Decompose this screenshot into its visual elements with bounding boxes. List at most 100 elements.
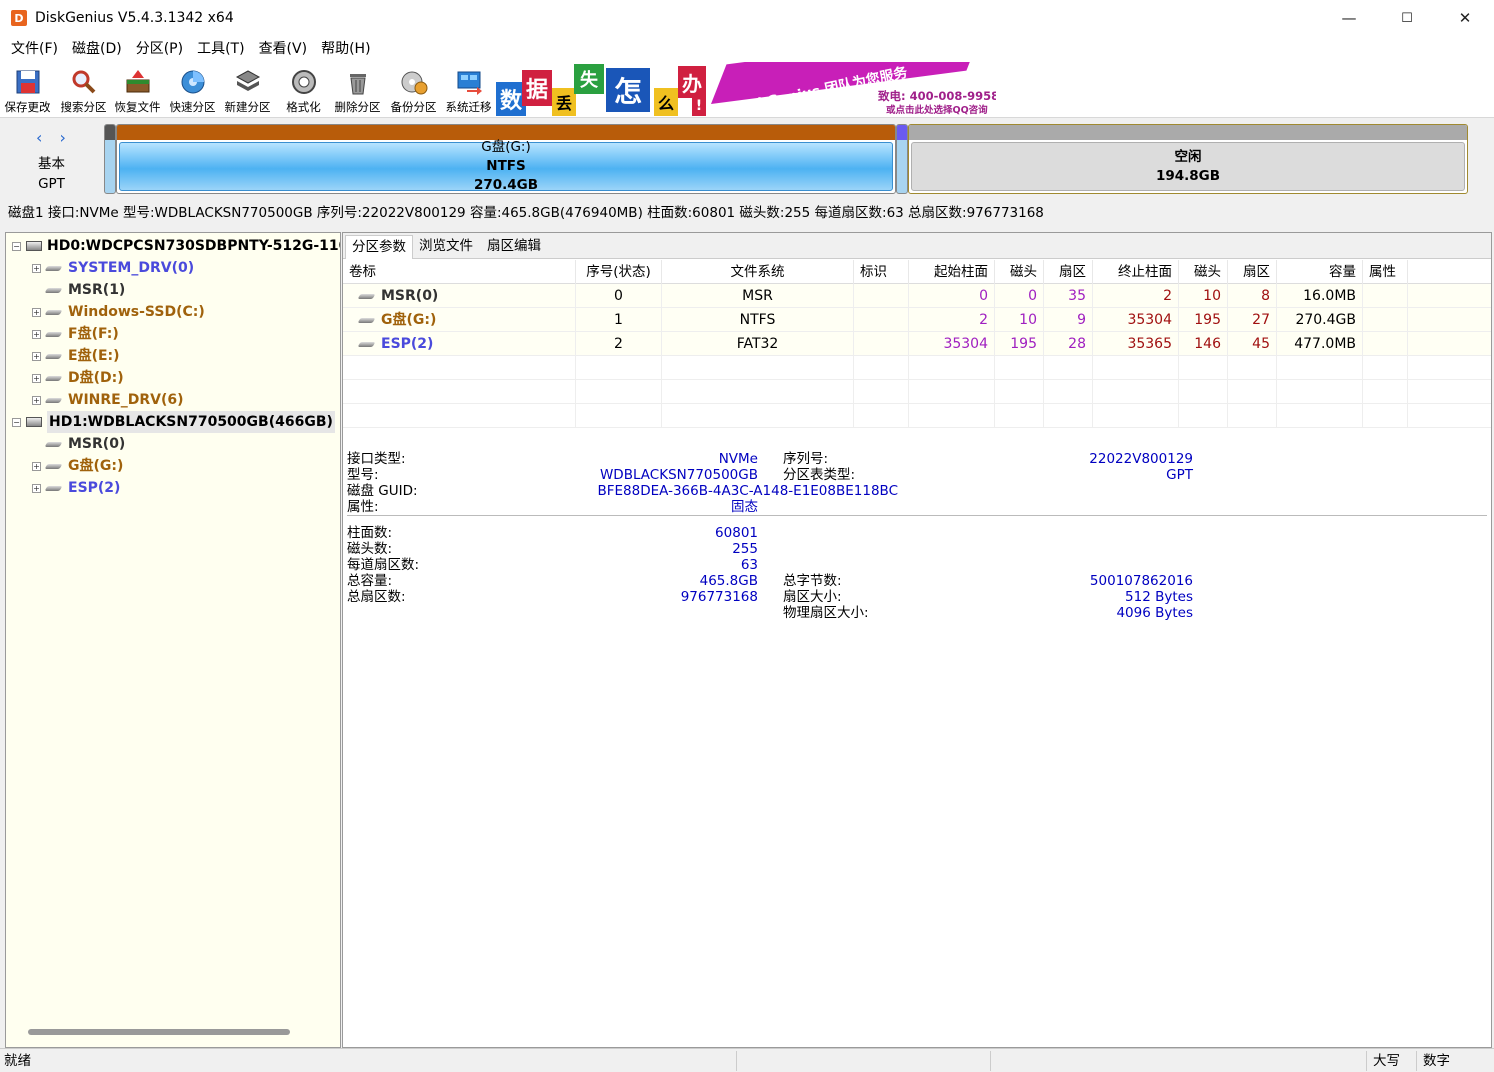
tree-expander-icon[interactable]: +	[32, 373, 41, 383]
disk-segment-msr[interactable]	[104, 124, 116, 194]
tree-expander-icon[interactable]: +	[32, 329, 41, 339]
minimize-button[interactable]: —	[1320, 0, 1378, 36]
disk-nav-arrows[interactable]: ‹ ›	[36, 128, 72, 147]
table-cell-empty	[1093, 356, 1179, 380]
table-row[interactable]: MSR(0) 0 MSR 0 0 35 2 10 8 16.0MB	[343, 284, 1491, 308]
column-header[interactable]: 容量	[1277, 260, 1363, 284]
tree-node-label: SYSTEM_DRV(0)	[68, 260, 195, 276]
maximize-button[interactable]: ☐	[1378, 0, 1436, 36]
column-header[interactable]: 磁头	[995, 260, 1044, 284]
ad-char: !	[692, 96, 706, 116]
tree-expander-icon[interactable]: +	[32, 461, 41, 471]
tree-partition-node[interactable]: + D盘(D:)	[32, 367, 124, 389]
advertisement-banner[interactable]: 数 据 丢 失 怎 么 办 ! DiskGenius 团队为您服务 致电: 40…	[496, 62, 996, 116]
format-button[interactable]: 格式化	[276, 64, 331, 116]
guid-value: BFE88DEA-366B-4A3C-A148-E1E08BE118BC	[597, 483, 899, 499]
table-cell: 35304	[1093, 308, 1179, 332]
status-cell-empty	[990, 1051, 1366, 1071]
column-header[interactable]: 标识	[854, 260, 909, 284]
segment-size: 270.4GB	[473, 177, 539, 193]
quick-partition-button[interactable]: 快速分区	[165, 64, 220, 116]
tree-expander-icon[interactable]: −	[12, 417, 21, 427]
tree-partition-node[interactable]: + G盘(G:)	[32, 455, 123, 477]
app-window: D DiskGenius V5.4.3.1342 x64 — ☐ ✕ 文件(F)…	[0, 0, 1494, 1072]
tree-node-label: ESP(2)	[68, 480, 121, 496]
table-cell-empty	[1179, 404, 1228, 428]
disk-type-label: 基本 GPT	[38, 154, 65, 194]
tree-expander-icon[interactable]: +	[32, 351, 41, 361]
menu-help[interactable]: 帮助(H)	[314, 36, 377, 62]
recover-files-icon	[123, 67, 153, 97]
tree-disk-node[interactable]: − HD0:WDCPCSN730SDBPNTY-512G-1101	[12, 235, 340, 257]
tab-bar: 分区参数 浏览文件 扇区编辑	[343, 233, 1491, 259]
toolbar-label: 恢复文件	[114, 100, 161, 114]
table-cell: 16.0MB	[1277, 284, 1363, 308]
tab-sector-edit[interactable]: 扇区编辑	[481, 235, 547, 259]
backup-partition-button[interactable]: 备份分区	[386, 64, 441, 116]
menu-tools[interactable]: 工具(T)	[190, 36, 251, 62]
disk-segment-esp[interactable]	[896, 124, 908, 194]
tree-expander-icon[interactable]: +	[32, 395, 41, 405]
menu-file[interactable]: 文件(F)	[4, 36, 65, 62]
delete-partition-button[interactable]: 删除分区	[330, 64, 385, 116]
column-header[interactable]: 序号(状态)	[576, 260, 662, 284]
tree-partition-node[interactable]: MSR(0)	[32, 433, 125, 455]
app-icon: D	[11, 10, 27, 26]
menu-view[interactable]: 查看(V)	[252, 36, 315, 62]
search-partition-button[interactable]: 搜索分区	[56, 64, 111, 116]
column-header[interactable]: 卷标	[343, 260, 576, 284]
close-button[interactable]: ✕	[1436, 0, 1494, 36]
tree-partition-node[interactable]: + ESP(2)	[32, 477, 120, 499]
tree-partition-node[interactable]: + Windows-SSD(C:)	[32, 301, 205, 323]
menu-disk[interactable]: 磁盘(D)	[65, 36, 129, 62]
table-row-empty	[343, 356, 1491, 380]
recover-files-button[interactable]: 恢复文件	[110, 64, 165, 116]
status-text: 就绪	[4, 1053, 31, 1069]
table-cell: 28	[1044, 332, 1093, 356]
hard-disk-icon	[26, 417, 42, 427]
num-indicator: 数字	[1416, 1051, 1468, 1071]
table-cell-empty	[662, 404, 854, 428]
tree-partition-node[interactable]: + SYSTEM_DRV(0)	[32, 257, 194, 279]
table-cell: 45	[1228, 332, 1277, 356]
column-header[interactable]: 磁头	[1179, 260, 1228, 284]
column-header[interactable]: 扇区	[1044, 260, 1093, 284]
tree-partition-node[interactable]: + F盘(F:)	[32, 323, 119, 345]
save-changes-button[interactable]: 保存更改	[0, 64, 55, 116]
new-partition-button[interactable]: 新建分区	[220, 64, 275, 116]
column-header[interactable]: 属性	[1363, 260, 1408, 284]
disk-segment-free[interactable]: 空闲 194.8GB	[908, 124, 1468, 194]
disk-segment-ntfs[interactable]: G盘(G:) NTFS 270.4GB	[116, 124, 896, 194]
menu-partition[interactable]: 分区(P)	[129, 36, 190, 62]
table-cell-empty	[909, 356, 995, 380]
table-cell: 195	[995, 332, 1044, 356]
tree-expander-icon[interactable]: +	[32, 263, 41, 273]
backup-icon	[399, 67, 429, 97]
tree-expander-icon[interactable]: +	[32, 483, 41, 493]
tab-partition-params[interactable]: 分区参数	[345, 235, 413, 259]
table-cell: 35	[1044, 284, 1093, 308]
new-partition-icon	[233, 67, 263, 97]
column-header[interactable]: 扇区	[1228, 260, 1277, 284]
table-cell: 10	[1179, 284, 1228, 308]
tree-partition-node[interactable]: + E盘(E:)	[32, 345, 120, 367]
table-cell-label: MSR(0)	[343, 284, 576, 308]
tree-partition-node[interactable]: MSR(1)	[32, 279, 125, 301]
tree-disk-node[interactable]: − HD1:WDBLACKSN770500GB(466GB)	[12, 411, 335, 433]
column-header[interactable]: 文件系统	[662, 260, 854, 284]
table-cell: MSR	[662, 284, 854, 308]
table-row[interactable]: ESP(2) 2 FAT32 35304 195 28 35365 146 45 477.0MB	[343, 332, 1491, 356]
tree-partition-node[interactable]: + WINRE_DRV(6)	[32, 389, 184, 411]
system-migration-button[interactable]: 系统迁移	[441, 64, 496, 116]
tree-horizontal-scrollbar[interactable]	[28, 1029, 290, 1035]
table-cell-label: G盘(G:)	[343, 308, 576, 332]
column-header[interactable]: 终止柱面	[1093, 260, 1179, 284]
table-cell-empty	[1093, 404, 1179, 428]
tree-expander-icon[interactable]: +	[32, 307, 41, 317]
table-row[interactable]: G盘(G:) 1 NTFS 2 10 9 35304 195 27 270.4GB	[343, 308, 1491, 332]
disk-segment-free-body: 空闲 194.8GB	[911, 142, 1465, 191]
column-header[interactable]: 起始柱面	[909, 260, 995, 284]
tree-node-label: D盘(D:)	[68, 370, 124, 386]
tree-expander-icon[interactable]: −	[12, 241, 21, 251]
tab-browse-files[interactable]: 浏览文件	[413, 235, 479, 259]
